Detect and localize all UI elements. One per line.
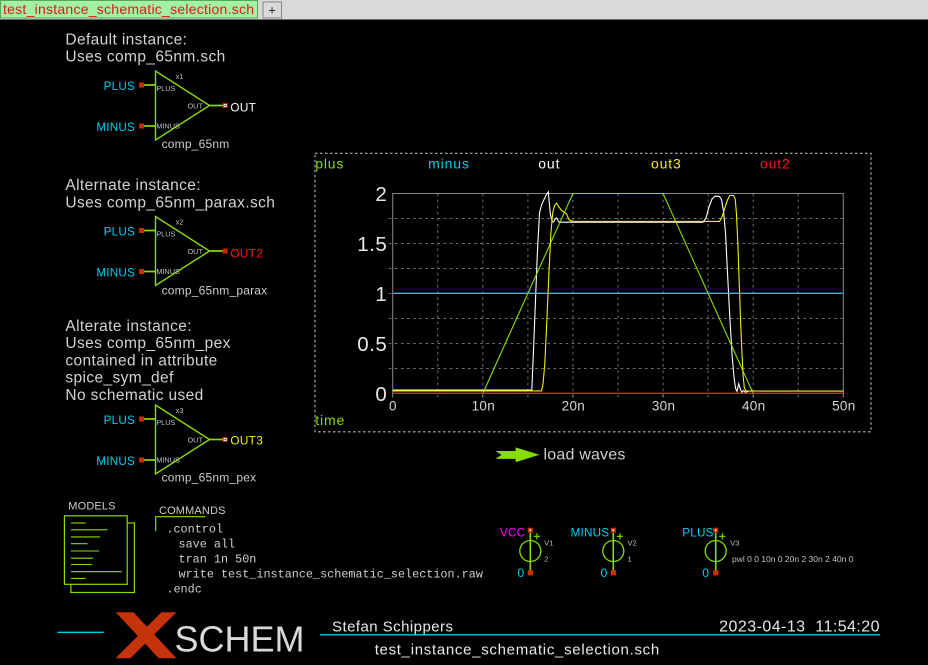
svg-text:out2: out2 <box>760 155 791 171</box>
svg-text:test_instance_schematic_select: test_instance_schematic_selection.sch <box>3 1 254 17</box>
svg-text:10n: 10n <box>472 399 495 414</box>
svg-text:1: 1 <box>375 283 387 306</box>
svg-text:COMMANDS: COMMANDS <box>159 505 226 517</box>
svg-text:PLUS: PLUS <box>682 526 713 539</box>
svg-text:plus: plus <box>315 155 344 171</box>
svg-text:x2: x2 <box>176 218 184 227</box>
svg-text:spice_sym_def: spice_sym_def <box>65 370 174 387</box>
svg-text:40n: 40n <box>742 399 765 414</box>
svg-text:0: 0 <box>389 399 397 414</box>
svg-text:x1: x1 <box>176 72 184 81</box>
svg-text:SCHEM: SCHEM <box>175 619 305 660</box>
svg-text:test_instance_schematic_select: test_instance_schematic_selection.sch <box>375 641 660 658</box>
svg-text:Uses comp_65nm_parax.sch: Uses comp_65nm_parax.sch <box>65 195 275 212</box>
svg-text:Uses comp_65nm_pex: Uses comp_65nm_pex <box>65 335 230 352</box>
svg-text:tran 1n 50n: tran 1n 50n <box>179 553 257 567</box>
svg-text:V3: V3 <box>730 539 739 548</box>
svg-text:OUT2: OUT2 <box>230 247 263 261</box>
svg-text:contained in attribute: contained in attribute <box>65 352 217 369</box>
svg-text:OUT: OUT <box>230 101 256 115</box>
svg-text:Stefan Schippers: Stefan Schippers <box>332 618 453 635</box>
svg-text:MINUS: MINUS <box>571 526 610 539</box>
svg-text:OUT3: OUT3 <box>230 433 263 447</box>
svg-text:0: 0 <box>375 383 387 406</box>
svg-text:0: 0 <box>517 566 524 580</box>
svg-text:Default instance:: Default instance: <box>65 31 187 48</box>
svg-text:.endc: .endc <box>166 582 201 596</box>
svg-text:time: time <box>315 412 345 428</box>
svg-text:minus: minus <box>428 155 470 171</box>
svg-text:comp_65nm_parax: comp_65nm_parax <box>162 284 268 298</box>
svg-text:.control: .control <box>166 523 223 537</box>
svg-text:+: + <box>268 3 276 18</box>
svg-text:save all: save all <box>179 538 236 552</box>
svg-text:V2: V2 <box>628 539 637 548</box>
svg-text:30n: 30n <box>652 399 675 414</box>
svg-text:write test_instance_schematic_: write test_instance_schematic_selection.… <box>179 568 483 582</box>
svg-text:2: 2 <box>375 183 387 206</box>
svg-text:0: 0 <box>702 566 709 580</box>
svg-text:load waves: load waves <box>544 447 626 464</box>
svg-text:No schematic used: No schematic used <box>65 387 203 404</box>
svg-text:V1: V1 <box>544 539 553 548</box>
svg-text:0: 0 <box>601 566 608 580</box>
svg-text:2: 2 <box>544 555 548 564</box>
svg-text:Alternate instance:: Alternate instance: <box>65 177 201 194</box>
svg-text:out3: out3 <box>651 155 682 171</box>
svg-text:1: 1 <box>628 555 632 564</box>
svg-text:1.5: 1.5 <box>357 233 387 256</box>
svg-text:out: out <box>538 155 560 171</box>
svg-text:Uses comp_65nm.sch: Uses comp_65nm.sch <box>65 49 225 66</box>
svg-text:comp_65nm_pex: comp_65nm_pex <box>162 471 257 485</box>
svg-text:2023-04-13 11:54:20: 2023-04-13 11:54:20 <box>719 618 880 635</box>
svg-text:VCC: VCC <box>500 526 525 539</box>
svg-text:Alterate instance:: Alterate instance: <box>65 318 192 335</box>
svg-text:50n: 50n <box>832 399 855 414</box>
svg-text:20n: 20n <box>562 399 585 414</box>
svg-text:0.5: 0.5 <box>357 333 387 356</box>
svg-text:pwl 0 0 10n 0 20n 2 30n 2 40n: pwl 0 0 10n 0 20n 2 30n 2 40n 0 <box>732 554 854 564</box>
svg-text:x3: x3 <box>176 406 184 415</box>
svg-text:comp_65nm: comp_65nm <box>162 137 230 151</box>
svg-text:MODELS: MODELS <box>68 501 115 513</box>
